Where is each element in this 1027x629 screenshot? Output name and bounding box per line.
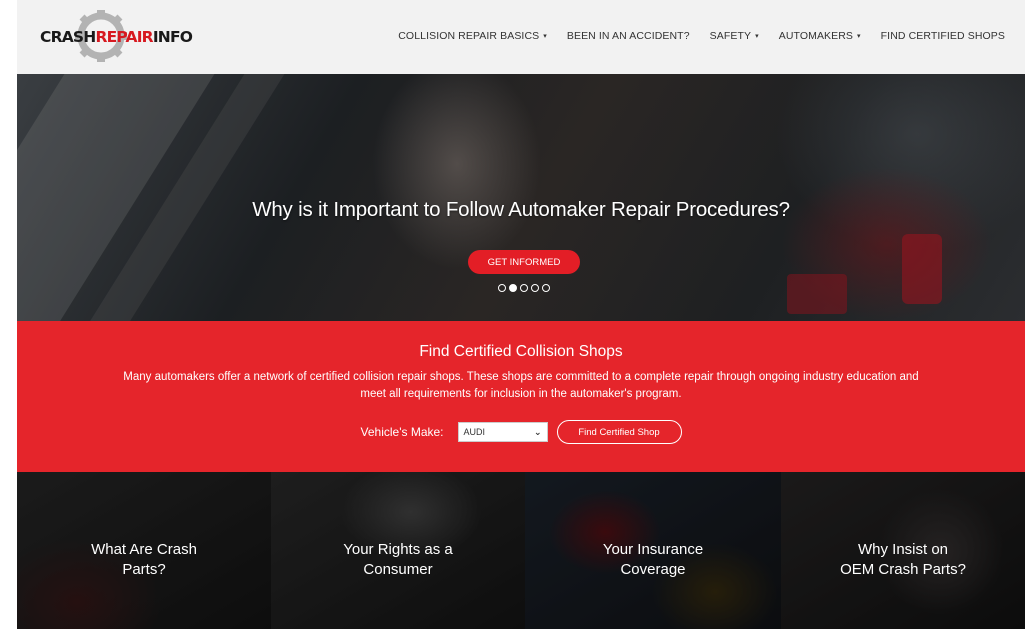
tile-oem-crash-parts[interactable]: Why Insist on OEM Crash Parts? [781, 472, 1025, 629]
nav-label: SAFETY [709, 30, 752, 42]
nav-safety[interactable]: SAFETY ▾ [710, 30, 759, 42]
caret-down-icon: ▾ [857, 33, 861, 40]
topic-tiles: What Are Crash Parts? Your Rights as a C… [17, 472, 1025, 629]
logo-crash: CRASH [40, 28, 96, 46]
nav-been-in-an-accident[interactable]: BEEN IN AN ACCIDENT? [567, 30, 690, 42]
tile-label-line: Parts? [122, 561, 166, 578]
hero-carousel: Why is it Important to Follow Automaker … [17, 74, 1025, 321]
tile-label-line: Why Insist on [857, 541, 949, 558]
nav-label: FIND CERTIFIED SHOPS [880, 30, 1005, 42]
find-certified-shops-section: Find Certified Collision Shops Many auto… [17, 321, 1025, 472]
main-nav: COLLISION REPAIR BASICS ▾ BEEN IN AN ACC… [398, 30, 1005, 42]
carousel-dot-2[interactable] [509, 284, 517, 292]
carousel-dots [498, 284, 550, 292]
carousel-dot-4[interactable] [531, 284, 539, 292]
tile-label: What Are Crash Parts? [17, 540, 271, 580]
logo-repair: REPAIR [95, 28, 153, 46]
hero-title: Why is it Important to Follow Automaker … [252, 198, 790, 221]
shop-finder-form: Vehicle's Make: AUDI ⌄ Find Certified Sh… [17, 420, 1025, 444]
nav-automakers[interactable]: AUTOMAKERS ▾ [779, 30, 861, 42]
logo-info: INFO [152, 28, 193, 46]
tile-label-line: Coverage [620, 561, 686, 578]
tile-label: Your Rights as a Consumer [271, 540, 525, 580]
section-description: Many automakers offer a network of certi… [123, 371, 919, 400]
page: CRASHREPAIRINFO COLLISION REPAIR BASICS … [17, 0, 1025, 629]
tile-label-line: Consumer [363, 561, 433, 578]
find-certified-shop-button[interactable]: Find Certified Shop [556, 420, 682, 444]
vehicle-make-value: AUDI [463, 427, 486, 437]
nav-find-certified-shops[interactable]: FIND CERTIFIED SHOPS [881, 30, 1005, 42]
tile-label-line: What Are Crash [91, 541, 197, 558]
site-logo[interactable]: CRASHREPAIRINFO [39, 10, 193, 62]
nav-label: COLLISION REPAIR BASICS [398, 30, 540, 42]
tile-insurance-coverage[interactable]: Your Insurance Coverage [525, 472, 781, 629]
chevron-down-icon: ⌄ [533, 426, 542, 437]
logo-wordmark: CRASHREPAIRINFO [40, 28, 193, 46]
carousel-dot-1[interactable] [498, 284, 506, 292]
tile-label-line: Your Rights as a [343, 541, 453, 558]
carousel-dot-5[interactable] [542, 284, 550, 292]
nav-collision-repair-basics[interactable]: COLLISION REPAIR BASICS ▾ [398, 30, 547, 42]
section-title: Find Certified Collision Shops [419, 343, 623, 360]
caret-down-icon: ▾ [543, 33, 547, 40]
tile-label: Why Insist on OEM Crash Parts? [781, 540, 1025, 580]
tile-label-line: OEM Crash Parts? [840, 561, 966, 578]
tile-crash-parts[interactable]: What Are Crash Parts? [17, 472, 271, 629]
tile-label: Your Insurance Coverage [525, 540, 781, 580]
vehicle-make-label: Vehicle's Make: [360, 425, 444, 439]
get-informed-button[interactable]: GET INFORMED [468, 250, 580, 274]
vehicle-make-select[interactable]: AUDI ⌄ [457, 422, 548, 442]
nav-label: BEEN IN AN ACCIDENT? [566, 30, 690, 42]
hero-background-shape [902, 234, 942, 304]
hero-background-shape [787, 274, 847, 314]
tile-label-line: Your Insurance [602, 541, 704, 558]
carousel-dot-3[interactable] [520, 284, 528, 292]
caret-down-icon: ▾ [755, 33, 759, 40]
nav-label: AUTOMAKERS [778, 30, 854, 42]
tile-consumer-rights[interactable]: Your Rights as a Consumer [271, 472, 525, 629]
site-header: CRASHREPAIRINFO COLLISION REPAIR BASICS … [17, 0, 1025, 74]
